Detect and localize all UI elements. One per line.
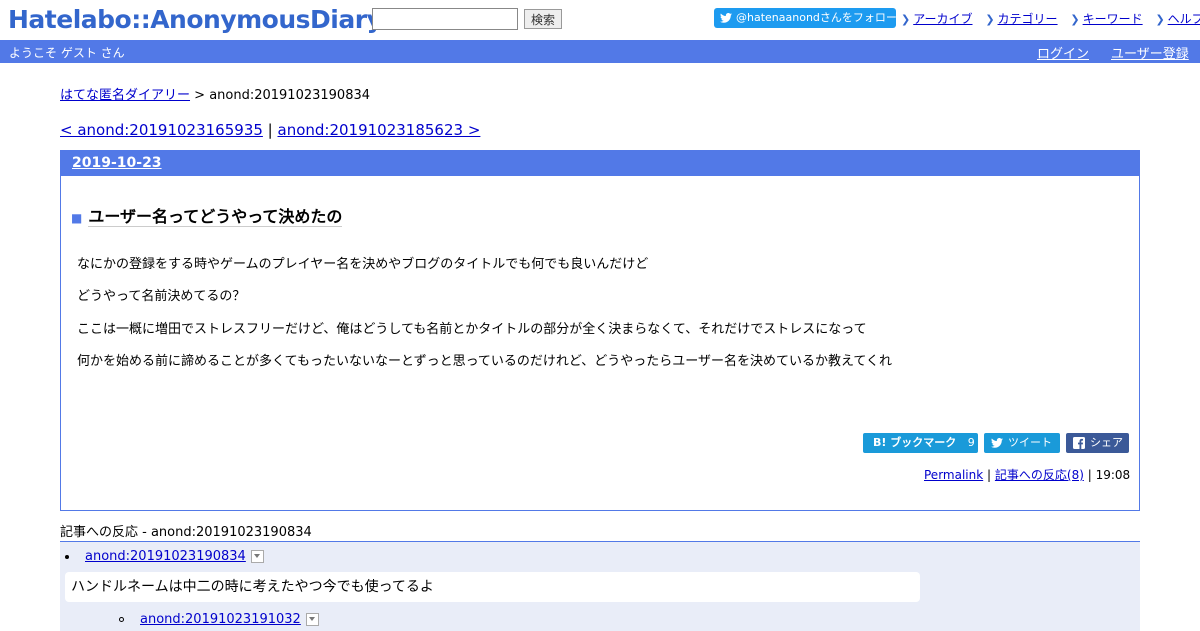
twitter-follow-button[interactable]: @hatenaanondさんをフォロー (714, 8, 897, 28)
reactions-link[interactable]: 記事への反応(8) (995, 468, 1084, 482)
nav-help-label[interactable]: ヘルプ (1168, 12, 1200, 26)
day-section: 2019-10-23 ■ ユーザー名ってどうやって決めたの なにかの登録をする時や… (60, 150, 1140, 511)
search-button[interactable]: 検索 (524, 9, 562, 29)
nav-category[interactable]: ❯ カテゴリー (985, 12, 1057, 26)
welcome-text: ようこそ ゲスト さん (9, 46, 125, 60)
site-logo[interactable]: Hatelabo::AnonymousDiary (8, 4, 383, 36)
entry-body-line: どうやって名前決めてるの？ (77, 289, 246, 304)
entry-body-line: ここは一概に増田でストレスフリーだけど、俺はどうしても名前とかタイトルの部分が全… (77, 322, 867, 337)
site-header: Hatelabo::AnonymousDiary 検索 @hatenaanond… (0, 0, 1200, 40)
footer-separator: | (987, 468, 992, 482)
reference-link[interactable]: anond:20191023190834 (85, 549, 246, 564)
bullet (65, 554, 69, 559)
square-icon[interactable]: ■ (71, 211, 82, 225)
facebook-label: シェア (1090, 436, 1123, 449)
nav-archive[interactable]: ❯ アーカイブ (901, 12, 973, 26)
breadcrumb-current: anond:20191023190834 (209, 88, 371, 103)
nav-keyword-label[interactable]: キーワード (1083, 12, 1143, 26)
search-input[interactable] (372, 8, 518, 30)
nav-archive-label[interactable]: アーカイブ (913, 12, 972, 26)
day-header: 2019-10-23 (61, 151, 1139, 176)
user-banner: ようこそ ゲスト さん ログイン ユーザー登録 (0, 40, 1200, 63)
bullet (119, 617, 124, 622)
references-title: 記事への反応 - anond:20191023190834 (60, 525, 312, 540)
tweet-button[interactable]: ツイート (984, 433, 1060, 453)
entry-body-line: なにかの登録をする時やゲームのプレイヤー名を決めやブログのタイトルでも何でも良い… (77, 257, 649, 272)
nav-category-label[interactable]: カテゴリー (998, 12, 1058, 26)
twitter-icon (991, 438, 1003, 448)
entry-pager: < anond:20191023165935 | anond:201910231… (60, 121, 480, 139)
entry-time: 19:08 (1095, 468, 1131, 482)
chevron-right-icon: ❯ (1070, 13, 1080, 26)
nav-keyword[interactable]: ❯ キーワード (1070, 12, 1142, 26)
entry-title: ■ ユーザー名ってどうやって決めたの (71, 203, 343, 227)
breadcrumb: はてな匿名ダイアリー > anond:20191023190834 (60, 84, 370, 103)
bookmark-label: B! ブックマーク (873, 436, 957, 449)
entry-body-line: 何かを始める前に諦めることが多くてもったいないなーとずっと思っているのだけれど、… (77, 354, 892, 369)
chevron-right-icon: ❯ (901, 13, 911, 26)
breadcrumb-separator: > (190, 88, 210, 103)
day-date-link[interactable]: 2019-10-23 (72, 155, 162, 171)
tweet-label: ツイート (1008, 436, 1052, 449)
chevron-right-icon: ❯ (1155, 13, 1165, 26)
next-entry-link[interactable]: anond:20191023185623 > (278, 121, 481, 139)
twitter-follow-label: @hatenaanondさんをフォロー (736, 11, 897, 24)
chevron-right-icon: ❯ (985, 13, 995, 26)
bookmark-count: 9 (967, 436, 975, 449)
permalink-link[interactable]: Permalink (924, 468, 983, 482)
list-item: anond:20191023191032 (119, 612, 319, 627)
hatena-bookmark-button[interactable]: B! ブックマーク 9 (863, 433, 978, 453)
nav-help[interactable]: ❯ ヘルプ (1155, 12, 1200, 26)
reference-link[interactable]: anond:20191023191032 (140, 612, 301, 627)
facebook-icon (1073, 437, 1085, 449)
dropdown-icon[interactable] (305, 613, 319, 626)
prev-entry-link[interactable]: < anond:20191023165935 (60, 121, 263, 139)
list-item: anond:20191023190834 (65, 549, 264, 564)
references-list: anond:20191023190834 ハンドルネームは中二の時に考えたやつ今… (60, 541, 1140, 631)
reference-comment: ハンドルネームは中二の時に考えたやつ今でも使ってるよ (65, 572, 920, 602)
dropdown-icon[interactable] (250, 550, 264, 563)
footer-separator: | (1087, 468, 1092, 482)
facebook-share-button[interactable]: シェア (1066, 433, 1129, 453)
entry-title-text: ユーザー名ってどうやって決めたの (88, 207, 343, 227)
breadcrumb-home-link[interactable]: はてな匿名ダイアリー (60, 88, 190, 103)
top-nav: ❯ アーカイブ ❯ カテゴリー ❯ キーワード ❯ ヘルプ (901, 10, 1200, 27)
register-link[interactable]: ユーザー登録 (1111, 43, 1189, 62)
pager-separator: | (262, 121, 278, 139)
twitter-icon (720, 13, 732, 23)
entry-footer: Permalink | 記事への反応(8) | 19:08 (924, 466, 1130, 483)
login-link[interactable]: ログイン (1037, 43, 1089, 62)
